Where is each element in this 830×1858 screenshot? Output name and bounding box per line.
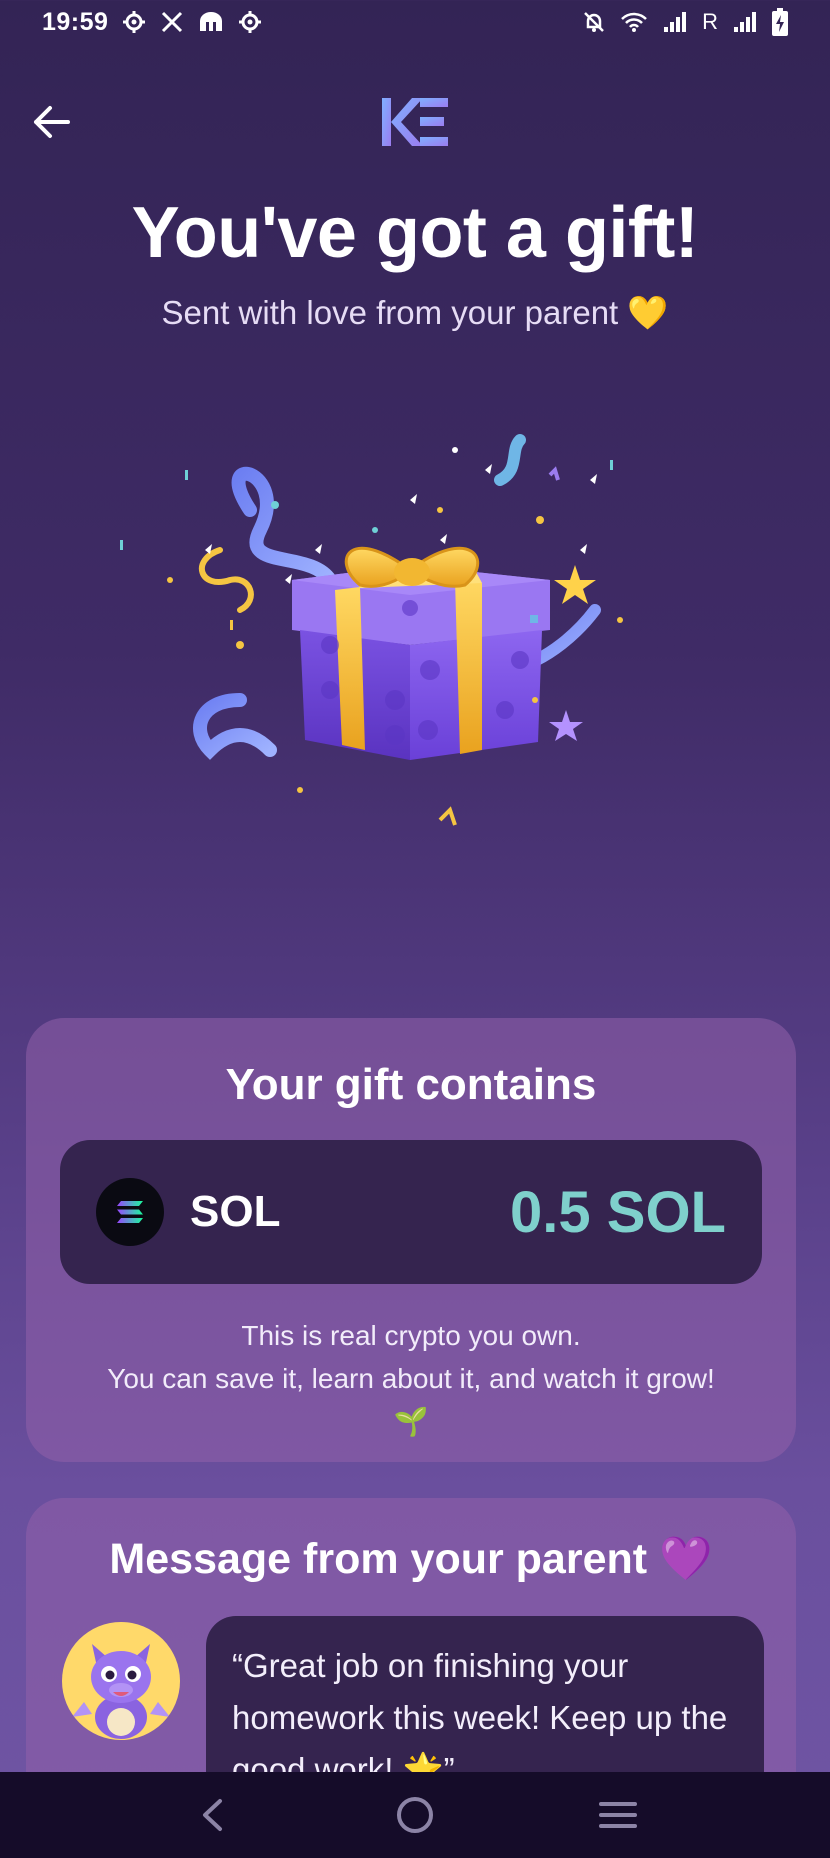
solana-icon [96, 1178, 164, 1246]
token-amount: 0.5 SOL [510, 1179, 726, 1245]
dragon-avatar-icon [62, 1622, 180, 1740]
nav-menu-button[interactable] [588, 1785, 648, 1845]
gift-card-title: Your gift contains [225, 1060, 597, 1109]
gift-description: This is real crypto you own. You can sav… [26, 1314, 796, 1443]
page-title: You've got a gift! [131, 193, 699, 273]
roaming-signal-icon [732, 11, 758, 33]
arrow-left-icon [34, 106, 70, 138]
x-logo-icon [160, 10, 184, 34]
nav-back-icon [202, 1799, 222, 1831]
wifi-icon [620, 11, 648, 33]
token-name: SOL [190, 1187, 281, 1236]
seedling-emoji: 🌱 [393, 1406, 429, 1437]
system-nav-bar [0, 1772, 830, 1858]
bell-off-icon [582, 10, 606, 34]
nav-home-button[interactable] [385, 1785, 445, 1845]
page-subtitle: Sent with love from your parent 💛 [161, 294, 669, 331]
status-right: R [582, 8, 788, 36]
nav-back-button[interactable] [182, 1785, 242, 1845]
gift-desc-line2: You can save it, learn about it, and wat… [107, 1363, 715, 1394]
gift-desc-line1: This is real crypto you own. [241, 1320, 581, 1351]
back-button[interactable] [30, 100, 74, 144]
settings-icon [122, 10, 146, 34]
status-bar: 19:59 R [0, 0, 830, 44]
gift-box-icon [110, 430, 720, 910]
battery-charging-icon [772, 8, 788, 36]
token-row: SOL 0.5 SOL [60, 1140, 762, 1284]
app-icon [198, 11, 224, 33]
app-logo [376, 92, 456, 152]
settings-icon [238, 10, 262, 34]
nav-menu-icon [599, 1802, 638, 1828]
roaming-label: R [702, 9, 718, 34]
signal-icon [662, 11, 688, 33]
message-card-title: Message from your parent 💜 [109, 1535, 713, 1583]
status-left: 19:59 [42, 8, 262, 37]
nav-home-icon [396, 1797, 433, 1833]
status-time: 19:59 [42, 7, 109, 36]
gift-contents-card: Your gift contains SOL 0.5 SOL This is r… [26, 1018, 796, 1462]
